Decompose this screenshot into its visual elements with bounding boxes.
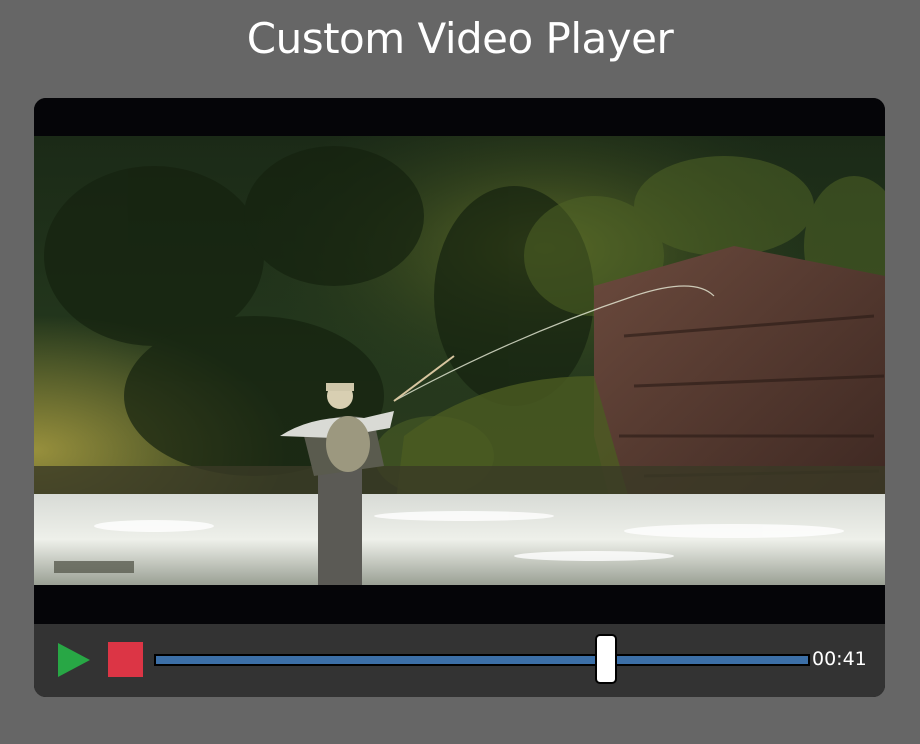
video-frame-image[interactable] xyxy=(34,136,885,585)
time-display: 00:41 xyxy=(812,648,867,670)
seek-thumb[interactable] xyxy=(594,634,617,684)
video-player: 00:41 xyxy=(34,98,885,697)
video-area[interactable] xyxy=(34,98,885,624)
play-icon xyxy=(58,643,90,677)
play-button[interactable] xyxy=(56,642,92,678)
stop-button[interactable] xyxy=(108,642,143,677)
seek-bar[interactable] xyxy=(154,634,810,684)
player-controls: 00:41 xyxy=(34,624,885,697)
page-title: Custom Video Player xyxy=(246,14,674,63)
